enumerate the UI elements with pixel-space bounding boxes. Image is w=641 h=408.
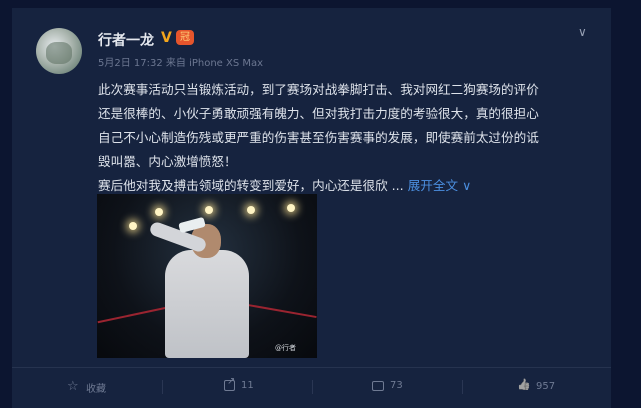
comment-button[interactable]: 73 [372, 380, 403, 391]
star-icon [67, 379, 80, 394]
stage-light [205, 206, 213, 214]
stage-light [287, 204, 295, 212]
post-text-line: 自己不小心制造伤残或更严重的伤害甚至伤害赛事的发展，即使赛前太过份的诋 [98, 130, 539, 145]
weibo-post-card: 行者一龙 V 冠 5月2日 17:32 来自 iPhone XS Max ∨ 此… [12, 8, 611, 407]
divider [312, 380, 313, 394]
comment-icon [372, 380, 384, 391]
expand-label[interactable]: 展开全文 [408, 178, 458, 193]
comment-count: 73 [390, 380, 403, 391]
member-badge-icon: 冠 [176, 30, 194, 45]
chevron-down-icon: ∨ [462, 178, 472, 193]
post-text-line: 此次赛事活动只当锻炼活动，到了赛场对战拳脚打击、我对网红二狗赛场的评价 [98, 82, 539, 97]
verified-badge-icon: V [161, 30, 172, 46]
username[interactable]: 行者一龙 [98, 30, 154, 50]
like-button[interactable]: 957 [518, 380, 555, 392]
favorite-button[interactable]: 收藏 [67, 379, 106, 396]
share-count: 11 [241, 380, 254, 391]
post-content: 此次赛事活动只当锻炼活动，到了赛场对战拳脚打击、我对网红二狗赛场的评价 还是很棒… [98, 78, 593, 198]
divider [162, 380, 163, 394]
post-meta: 5月2日 17:32 来自 iPhone XS Max [98, 58, 264, 69]
expand-full-text-link[interactable]: 展开全文 ∨ [408, 178, 472, 193]
fighter-figure [165, 250, 249, 358]
share-button[interactable]: 11 [224, 376, 254, 391]
thumbs-up-icon [518, 380, 530, 392]
image-watermark: @行者 [275, 344, 296, 352]
divider [462, 380, 463, 394]
post-text-line: 还是很棒的、小伙子勇敢顽强有魄力、但对我打击力度的考验很大，真的很担心 [98, 106, 539, 121]
stage-light [129, 222, 137, 230]
post-action-bar: 收藏 11 73 957 [12, 367, 611, 408]
stage-light [247, 206, 255, 214]
like-count: 957 [536, 380, 556, 392]
post-text-line: 毁叫嚣、内心激增愤怒！ [98, 154, 237, 169]
post-text-truncated: 赛后他对我及搏击领域的转变到爱好，内心还是很欣 ... [98, 178, 404, 193]
user-avatar[interactable] [36, 28, 82, 74]
stage-light [155, 208, 163, 216]
share-icon [224, 376, 235, 391]
post-image[interactable]: @行者 [97, 194, 317, 358]
post-menu-icon[interactable]: ∨ [578, 25, 587, 39]
favorite-label: 收藏 [86, 384, 106, 395]
